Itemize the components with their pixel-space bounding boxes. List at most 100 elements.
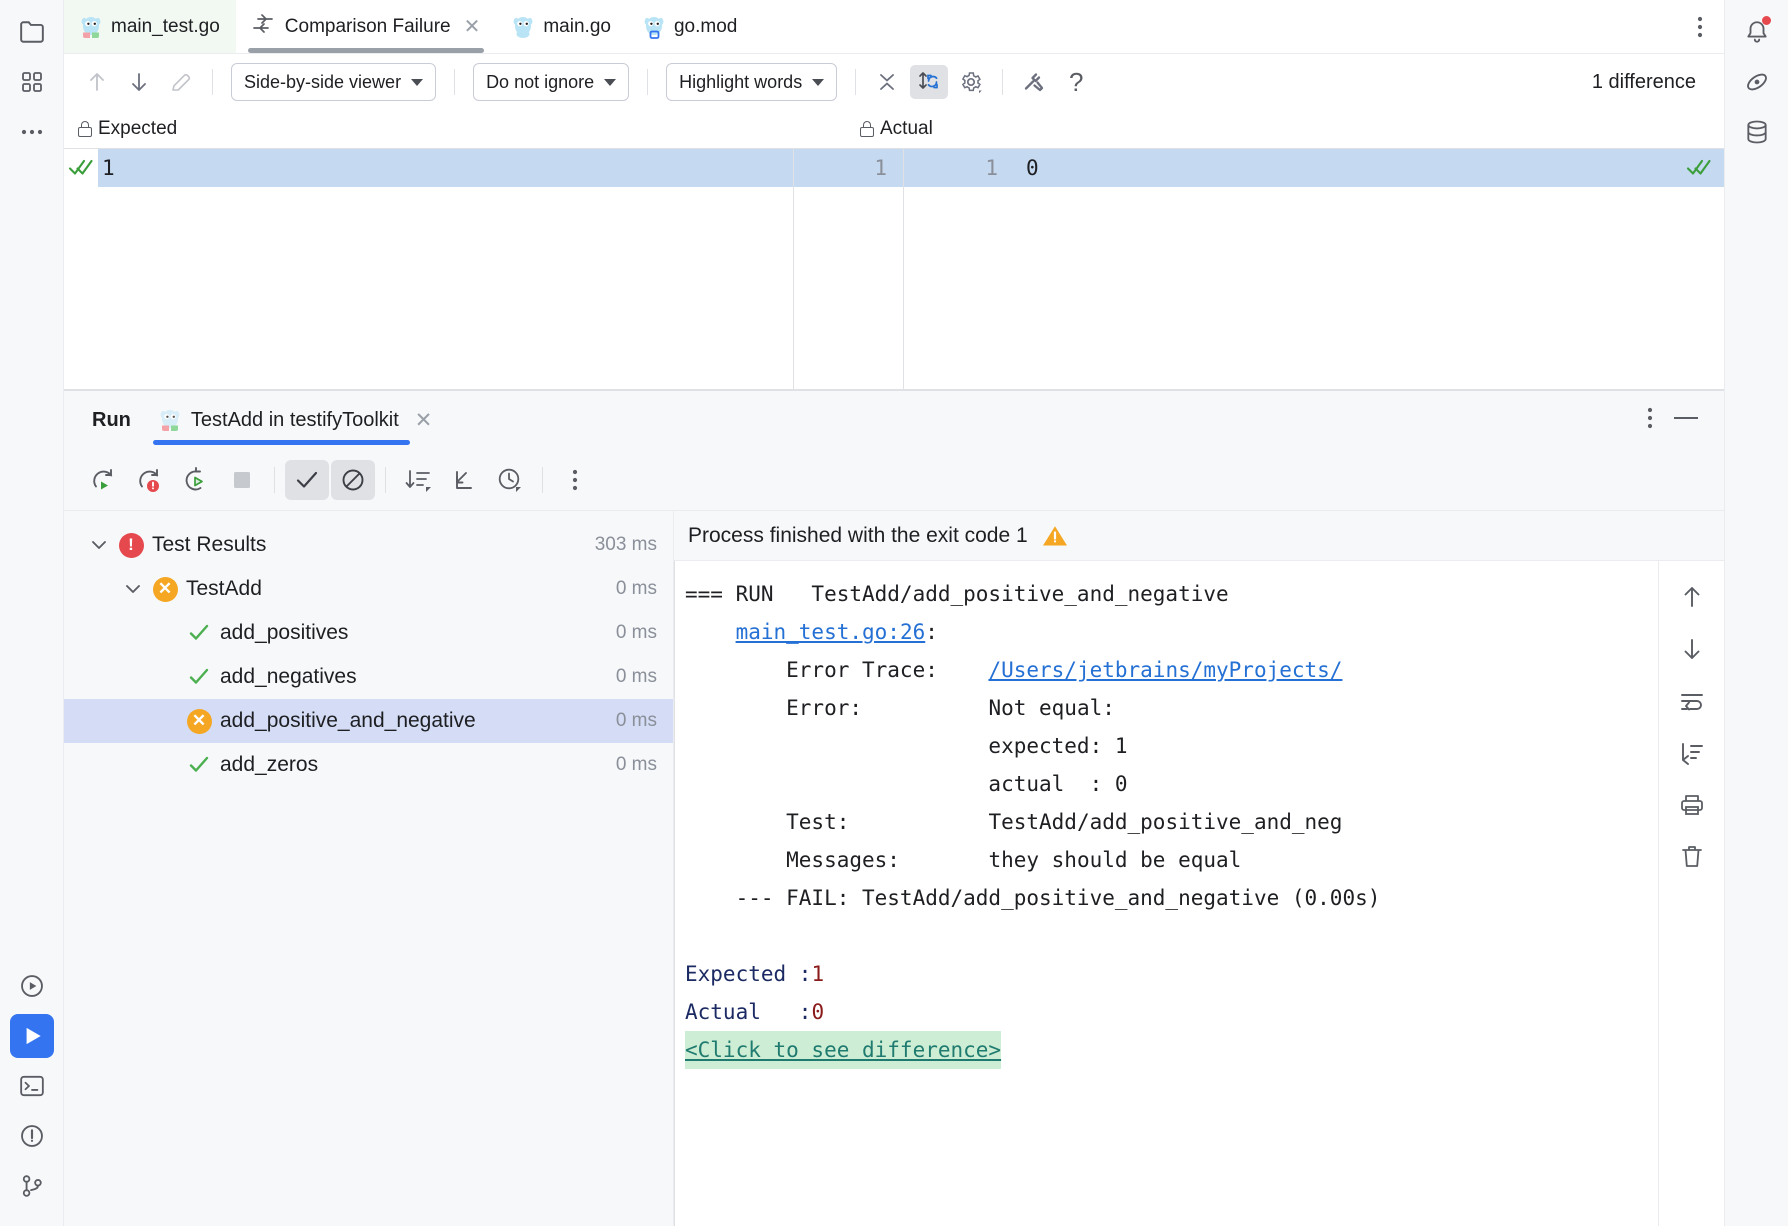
double-check-icon	[1686, 157, 1712, 179]
rerun-button[interactable]	[82, 460, 126, 500]
editor-tab-main-test-go[interactable]: main_test.go	[64, 0, 236, 53]
arrow-up-icon	[87, 70, 107, 94]
folder-icon	[19, 20, 45, 44]
problems-tool-window-button[interactable]	[10, 1114, 54, 1158]
file-location-link[interactable]: main_test.go:26	[736, 620, 926, 644]
external-diff-tools-button[interactable]	[1015, 65, 1053, 99]
close-icon[interactable]: ✕	[464, 14, 481, 39]
history-icon	[496, 466, 524, 494]
error-badge: !	[119, 533, 144, 558]
previous-difference-button[interactable]	[78, 65, 116, 99]
chevron-down-icon[interactable]	[82, 539, 116, 551]
test-value: TestAdd/add_positive_and_neg	[988, 810, 1342, 834]
close-icon[interactable]: ✕	[415, 408, 433, 433]
lock-icon	[860, 121, 874, 137]
auto-test-icon	[182, 466, 210, 494]
test-duration: 303 ms	[595, 534, 657, 556]
editor-tab-main-go[interactable]: main.go	[496, 0, 627, 53]
messages-label: Messages:	[685, 848, 988, 872]
toolbar-separator	[647, 69, 648, 95]
chevron-down-icon[interactable]	[116, 583, 150, 595]
scroll-to-end-button[interactable]	[1672, 735, 1712, 771]
diff-row-expected[interactable]: 1	[64, 149, 793, 187]
test-tree-node-add-negatives[interactable]: add_negatives 0 ms	[64, 655, 673, 699]
notifications-button[interactable]	[1735, 10, 1779, 54]
test-tree-node-add-positives[interactable]: add_positives 0 ms	[64, 611, 673, 655]
toolbar-separator	[855, 69, 856, 95]
version-control-tool-window-button[interactable]	[10, 1164, 54, 1208]
editor-tab-label: main_test.go	[111, 16, 220, 38]
ignore-policy-dropdown[interactable]: Do not ignore	[473, 63, 629, 101]
viewer-mode-dropdown[interactable]: Side-by-side viewer	[231, 63, 436, 101]
error-trace-path-link[interactable]: /Users/jetbrains/myProjects/	[988, 658, 1342, 682]
play-icon	[19, 1023, 45, 1049]
rerun-icon	[90, 466, 118, 494]
click-to-see-difference-link[interactable]: <Click to see difference>	[685, 1031, 1001, 1069]
scroll-down-button[interactable]	[1672, 631, 1712, 667]
scroll-end-icon	[1679, 741, 1705, 765]
diff-actual-pane[interactable]: 0	[1014, 149, 1724, 389]
sort-by-duration-button[interactable]	[396, 460, 440, 500]
more-tool-windows-button[interactable]	[10, 110, 54, 154]
actual-summary-value: 0	[811, 1000, 824, 1024]
more-options-button[interactable]	[553, 460, 597, 500]
test-tree-node-label: add_zeros	[220, 753, 616, 777]
run-tool-window-button[interactable]	[10, 964, 54, 1008]
ai-assistant-button[interactable]	[1735, 60, 1779, 104]
expand-collapse-button[interactable]	[442, 460, 486, 500]
check-icon	[188, 755, 210, 775]
test-tree-node-test-results[interactable]: ! Test Results 303 ms	[64, 523, 673, 567]
tab-list-more-button[interactable]	[1676, 0, 1724, 53]
structure-tool-window-button[interactable]	[10, 60, 54, 104]
project-tool-window-button[interactable]	[10, 10, 54, 54]
test-tree-node-add-positive-and-negative[interactable]: ✕ add_positive_and_negative 0 ms	[64, 699, 673, 743]
error-trace-label: Error Trace:	[685, 658, 988, 682]
editor-tab-go-mod[interactable]: go.mod	[627, 0, 753, 53]
toggle-auto-test-button[interactable]	[174, 460, 218, 500]
trash-icon	[1680, 844, 1704, 870]
editor-tab-label: go.mod	[674, 16, 737, 38]
fail-line: --- FAIL: TestAdd/add_positive_and_negat…	[685, 886, 1380, 910]
accept-left-change-button[interactable]	[64, 149, 98, 187]
diff-expected-pane[interactable]: 1	[64, 149, 794, 389]
show-ignored-button[interactable]	[331, 460, 375, 500]
stop-button[interactable]	[220, 460, 264, 500]
test-tree-node-add-zeros[interactable]: add_zeros 0 ms	[64, 743, 673, 787]
test-history-button[interactable]	[488, 460, 532, 500]
run-tool-window-active-button[interactable]	[10, 1014, 54, 1058]
toolbar-separator	[1002, 69, 1003, 95]
accept-right-change-button[interactable]	[1686, 149, 1712, 187]
scroll-up-button[interactable]	[1672, 579, 1712, 615]
test-tree-node-testadd[interactable]: ✕ TestAdd 0 ms	[64, 567, 673, 611]
soft-wrap-button[interactable]	[1672, 683, 1712, 719]
run-panel-options-button[interactable]	[1646, 405, 1654, 436]
highlight-policy-dropdown[interactable]: Highlight words	[666, 63, 837, 101]
run-panel-minimize-button[interactable]	[1672, 411, 1700, 429]
ignored-icon	[340, 467, 366, 493]
run-configuration-tab[interactable]: TestAdd in testifyToolkit ✕	[153, 391, 438, 449]
run-tool-window: Run TestAdd in testifyToolki	[64, 390, 1724, 1226]
test-status-passed-icon	[184, 667, 214, 687]
clear-all-button[interactable]	[1672, 839, 1712, 875]
collapse-unchanged-button[interactable]	[868, 65, 906, 99]
database-button[interactable]	[1735, 110, 1779, 154]
terminal-tool-window-button[interactable]	[10, 1064, 54, 1108]
test-status-error-icon: !	[116, 533, 146, 558]
run-panel-title: Run	[78, 409, 131, 432]
run-panel-body: ! Test Results 303 ms ✕ TestAdd 0 m	[64, 511, 1724, 1226]
rerun-failed-tests-button[interactable]	[128, 460, 172, 500]
chevron-down-icon	[411, 79, 423, 86]
diff-actual-header-label: Actual	[880, 118, 933, 140]
show-passed-button[interactable]	[285, 460, 329, 500]
next-difference-button[interactable]	[120, 65, 158, 99]
diff-row-actual[interactable]: 0	[1014, 149, 1724, 187]
question-mark-icon: ?	[1069, 67, 1083, 98]
console-output[interactable]: === RUN TestAdd/add_positive_and_negativ…	[674, 561, 1658, 1226]
print-button[interactable]	[1672, 787, 1712, 823]
synchronize-scrolling-button[interactable]	[910, 65, 948, 99]
editor-tab-comparison-failure[interactable]: Comparison Failure ✕	[236, 0, 497, 53]
diff-settings-button[interactable]	[952, 65, 990, 99]
test-label: Test:	[685, 810, 988, 834]
help-button[interactable]: ?	[1057, 65, 1095, 99]
edit-button[interactable]	[162, 65, 200, 99]
